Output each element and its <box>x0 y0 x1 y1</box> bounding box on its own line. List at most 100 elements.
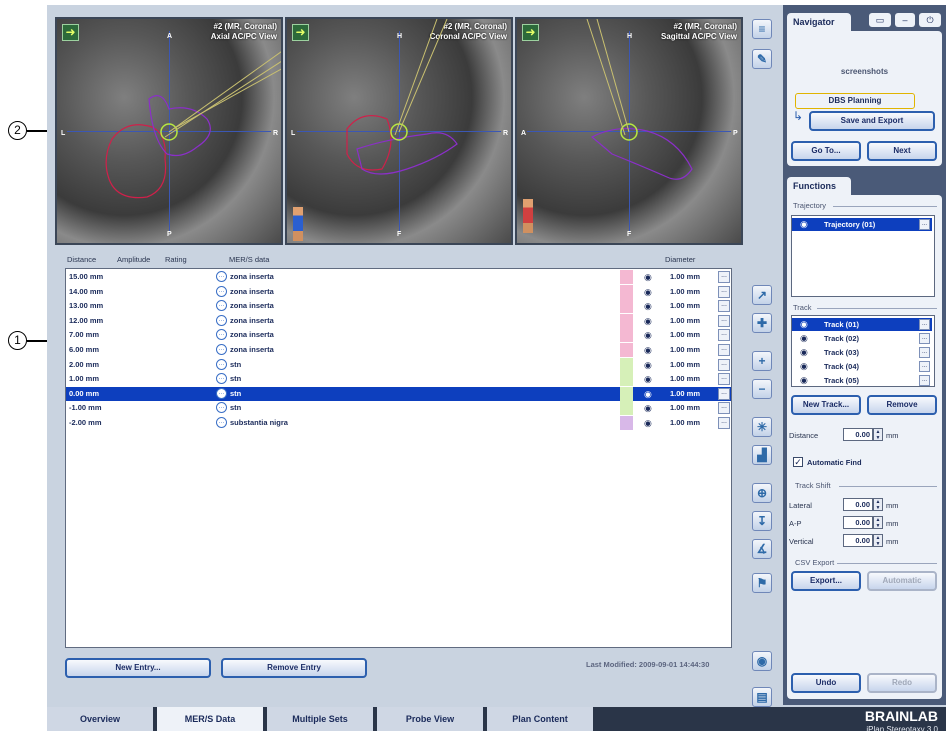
step-current[interactable]: DBS Planning <box>795 93 915 109</box>
visibility-eye-icon[interactable]: ◉ <box>800 319 808 330</box>
viewport-coronal[interactable]: ➜ #2 (MR, Coronal) Coronal AC/PC View H F… <box>285 17 513 245</box>
mer-data-icon[interactable]: … <box>216 344 227 355</box>
remove-track-button[interactable]: Remove <box>867 395 937 415</box>
track-item[interactable]: ◉ Track (05) ... <box>792 374 932 387</box>
viewport-sagittal[interactable]: ➜ #2 (MR, Coronal) Sagittal AC/PC View H … <box>515 17 743 245</box>
more-options-icon[interactable]: ... <box>718 285 730 298</box>
more-options-icon[interactable]: ... <box>718 387 730 400</box>
color-swatch[interactable] <box>620 372 633 387</box>
track-item[interactable]: ◉ Track (01) ... <box>792 318 932 331</box>
mer-data-icon[interactable]: … <box>216 300 227 312</box>
table-row[interactable]: -2.00 mm … substantia nigra ◉ 1.00 mm... <box>66 416 731 430</box>
tab-mer-s-data[interactable]: MER/S Data <box>157 707 265 731</box>
flag-icon[interactable]: ⚑ <box>752 573 772 593</box>
table-row[interactable]: 7.00 mm … zona inserta ◉ 1.00 mm... <box>66 328 731 343</box>
add-value-icon[interactable]: ⊕ <box>752 483 772 503</box>
color-swatch[interactable] <box>620 313 633 328</box>
table-row[interactable]: 13.00 mm … zona inserta ◉ 1.00 mm... <box>66 299 731 314</box>
screenshot-icon[interactable]: ◉ <box>752 651 772 671</box>
track-item[interactable]: ◉ Track (03) ... <box>792 346 932 359</box>
automatic-find-checkbox[interactable]: ✓ <box>793 457 803 467</box>
more-options-icon[interactable]: ... <box>919 361 930 372</box>
more-options-icon[interactable]: ... <box>718 373 730 386</box>
save-and-export-button[interactable]: Save and Export <box>809 111 935 131</box>
visibility-eye-icon[interactable]: ◉ <box>644 345 652 356</box>
distance-field[interactable]: 0.00 <box>843 428 873 441</box>
automatic-button[interactable]: Automatic <box>867 571 937 591</box>
vertical-stepper[interactable]: ▲ ▼ <box>873 534 883 547</box>
color-swatch[interactable] <box>620 357 633 372</box>
mer-data-icon[interactable]: … <box>216 285 227 297</box>
redo-button[interactable]: Redo <box>867 673 937 693</box>
trajectory-item[interactable]: ◉ Trajectory (01) ... <box>792 218 932 231</box>
more-options-icon[interactable]: ... <box>718 329 730 342</box>
remove-entry-button[interactable]: Remove Entry <box>221 658 367 678</box>
visibility-eye-icon[interactable]: ◉ <box>644 389 652 400</box>
more-options-icon[interactable]: ... <box>718 314 730 327</box>
zoom-in-icon[interactable]: + <box>752 351 772 371</box>
mer-data-icon[interactable]: … <box>216 329 227 341</box>
viewport-axial[interactable]: ➜ #2 (MR, Coronal) Axial AC/PC View A P L… <box>55 17 283 245</box>
color-swatch[interactable] <box>620 343 633 357</box>
edit-trajectory-icon[interactable]: ↗ <box>752 285 772 305</box>
tab-overview[interactable]: Overview <box>47 707 155 731</box>
distance-stepper[interactable]: ▲ ▼ <box>873 428 883 441</box>
more-options-icon[interactable]: ... <box>718 402 730 415</box>
tab-plan-content[interactable]: Plan Content <box>487 707 595 731</box>
color-swatch[interactable] <box>620 416 633 430</box>
new-track-button[interactable]: New Track... <box>791 395 861 415</box>
visibility-eye-icon[interactable]: ◉ <box>800 347 808 358</box>
track-item[interactable]: ◉ Track (02) ... <box>792 332 932 345</box>
color-swatch[interactable] <box>620 328 633 343</box>
power-icon[interactable]: ⏻ <box>919 13 941 27</box>
graph-icon[interactable]: ▟ <box>752 445 772 465</box>
color-swatch[interactable] <box>620 386 633 401</box>
visibility-eye-icon[interactable]: ◉ <box>644 403 652 414</box>
visibility-eye-icon[interactable]: ◉ <box>800 219 808 230</box>
visibility-eye-icon[interactable]: ◉ <box>644 287 652 298</box>
book-icon[interactable]: ▭ <box>869 13 891 27</box>
table-row[interactable]: -1.00 mm … stn ◉ 1.00 mm... <box>66 401 731 416</box>
mer-data-icon[interactable]: … <box>216 387 227 399</box>
visibility-eye-icon[interactable]: ◉ <box>800 375 808 386</box>
export-button[interactable]: Export... <box>791 571 861 591</box>
mer-data-icon[interactable]: … <box>216 417 227 428</box>
mer-data-icon[interactable]: … <box>216 271 227 282</box>
mer-data-icon[interactable]: … <box>216 402 227 414</box>
tab-probe-view[interactable]: Probe View <box>377 707 485 731</box>
table-row[interactable]: 0.00 mm … stn ◉ 1.00 mm... <box>66 386 731 401</box>
more-options-icon[interactable]: ... <box>718 271 730 283</box>
undo-button[interactable]: Undo <box>791 673 861 693</box>
track-item[interactable]: ◉ Track (04) ... <box>792 360 932 373</box>
mer-data-icon[interactable]: … <box>216 314 227 326</box>
lateral-stepper[interactable]: ▲ ▼ <box>873 498 883 511</box>
visibility-eye-icon[interactable]: ◉ <box>644 272 652 283</box>
more-options-icon[interactable]: ... <box>718 358 730 371</box>
next-button[interactable]: Next <box>867 141 937 161</box>
table-row[interactable]: 1.00 mm … stn ◉ 1.00 mm... <box>66 372 731 387</box>
more-options-icon[interactable]: ... <box>919 375 930 386</box>
mer-data-icon[interactable]: … <box>216 373 227 385</box>
mer-data-icon[interactable]: … <box>216 358 227 370</box>
more-options-icon[interactable]: ... <box>919 333 930 344</box>
tab-multiple-sets[interactable]: Multiple Sets <box>267 707 375 731</box>
visibility-eye-icon[interactable]: ◉ <box>644 418 652 429</box>
more-options-icon[interactable]: ... <box>919 219 930 230</box>
visibility-eye-icon[interactable]: ◉ <box>644 374 652 385</box>
visibility-eye-icon[interactable]: ◉ <box>644 330 652 341</box>
table-row[interactable]: 12.00 mm … zona inserta ◉ 1.00 mm... <box>66 313 731 328</box>
color-swatch[interactable] <box>620 270 633 284</box>
more-options-icon[interactable]: ... <box>919 319 930 330</box>
center-icon[interactable]: ✳ <box>752 417 772 437</box>
ap-field[interactable]: 0.00 <box>843 516 873 529</box>
functions-tab[interactable]: Functions <box>787 177 851 195</box>
visibility-eye-icon[interactable]: ◉ <box>644 360 652 371</box>
color-swatch[interactable] <box>620 401 633 416</box>
color-swatch[interactable] <box>620 284 633 299</box>
vertical-field[interactable]: 0.00 <box>843 534 873 547</box>
table-row[interactable]: 6.00 mm … zona inserta ◉ 1.00 mm... <box>66 343 731 357</box>
more-options-icon[interactable]: ... <box>919 347 930 358</box>
visibility-eye-icon[interactable]: ◉ <box>800 361 808 372</box>
table-row[interactable]: 2.00 mm … stn ◉ 1.00 mm... <box>66 357 731 372</box>
trajectory-list[interactable]: ◉ Trajectory (01) ... <box>791 215 935 297</box>
